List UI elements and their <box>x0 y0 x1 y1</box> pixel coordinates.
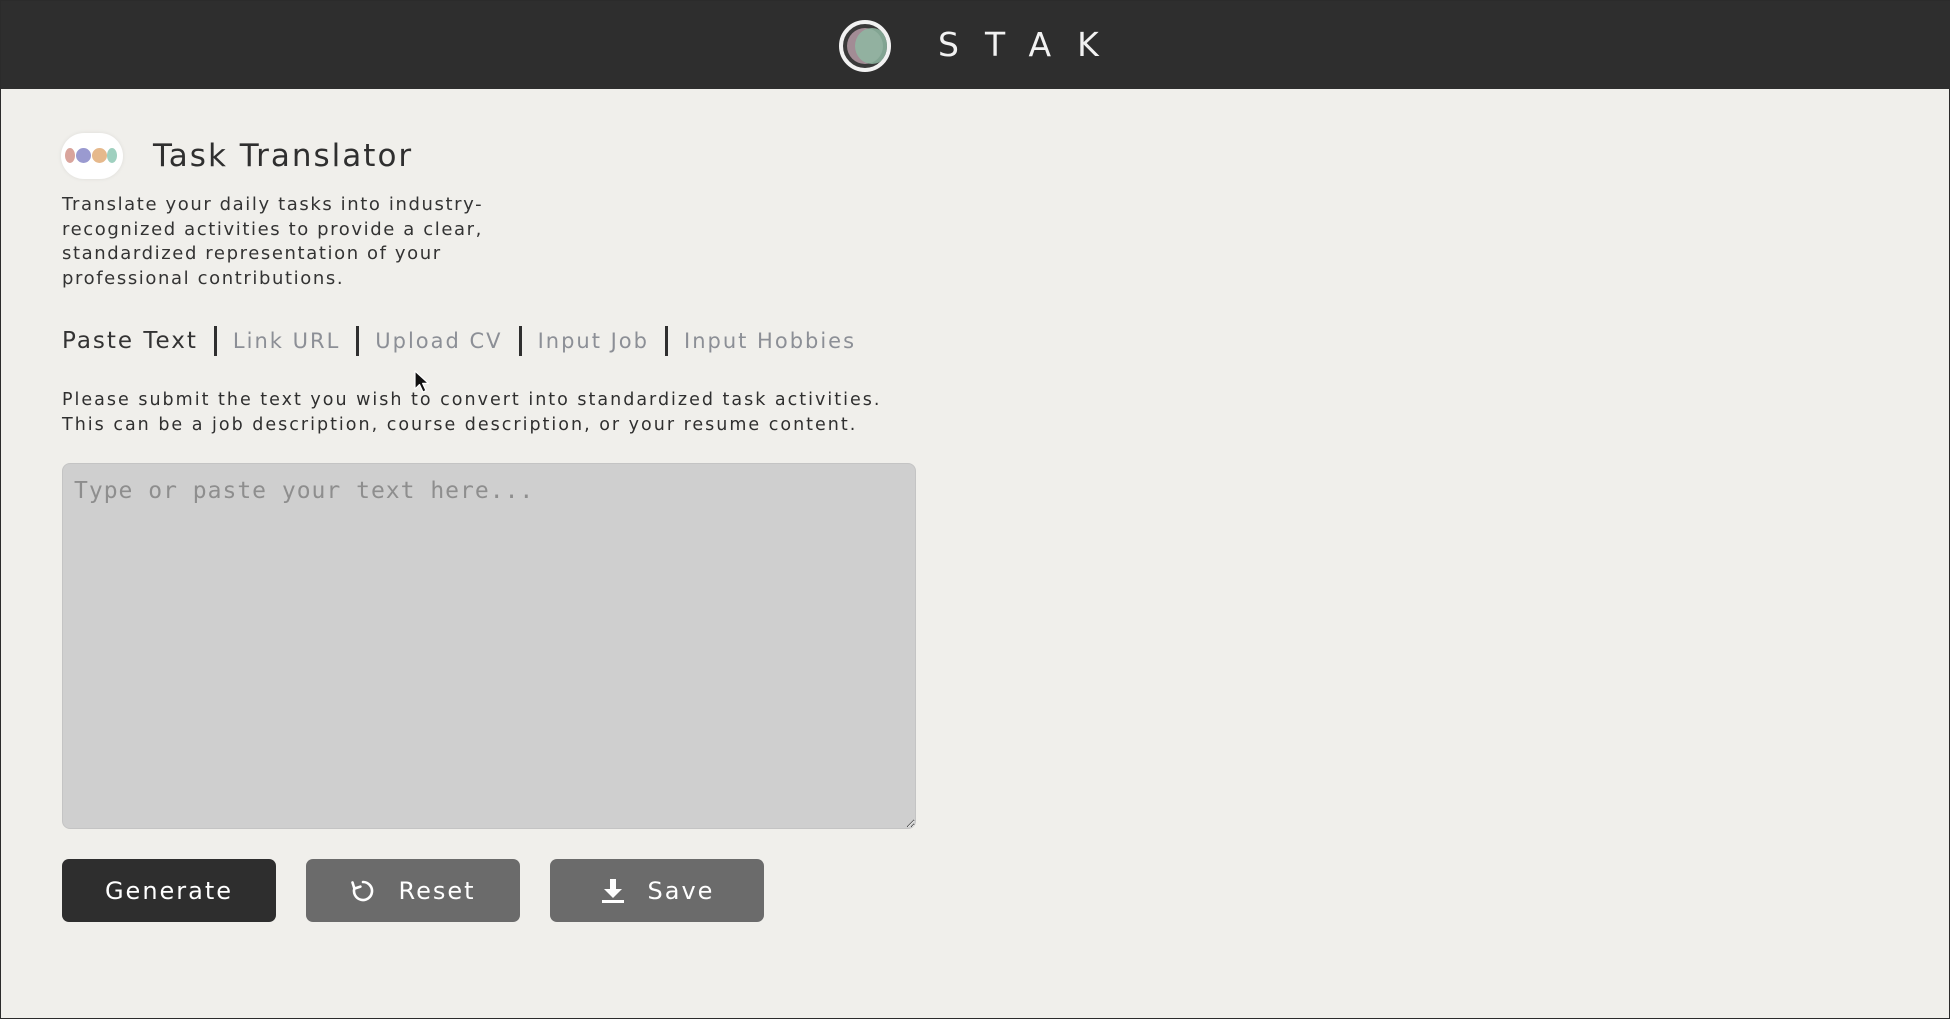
mouse-pointer-icon <box>414 370 430 393</box>
tab-input-hobbies[interactable]: Input Hobbies <box>684 321 856 361</box>
tab-link-url[interactable]: Link URL <box>233 321 340 361</box>
download-icon <box>601 878 624 903</box>
page-title: Task Translator <box>153 138 414 174</box>
instructions-line-1: Please submit the text you wish to conve… <box>62 390 882 410</box>
refresh-icon <box>351 880 374 901</box>
save-button-label: Save <box>647 876 715 905</box>
tab-upload-cv[interactable]: Upload CV <box>375 321 502 361</box>
tab-divider <box>356 326 360 356</box>
tab-paste-text[interactable]: Paste Text <box>62 321 198 361</box>
task-translator-icon <box>61 133 123 179</box>
stak-logo-icon[interactable] <box>839 20 891 72</box>
save-button[interactable]: Save <box>550 859 764 922</box>
tab-divider <box>213 326 217 356</box>
page-description: Translate your daily tasks into industry… <box>62 194 484 289</box>
tab-divider <box>665 326 668 356</box>
reset-button[interactable]: Reset <box>306 859 520 922</box>
text-input[interactable] <box>62 463 916 829</box>
instructions-line-2: This can be a job description, course de… <box>62 415 858 435</box>
generate-button[interactable]: Generate <box>62 859 276 922</box>
brand-name[interactable]: STAK <box>938 25 1125 65</box>
app-window: STAK Task Translator Translate your dail… <box>0 0 1950 1019</box>
instructions-text: Please submit the text you wish to conve… <box>62 388 881 438</box>
tab-divider <box>518 326 522 356</box>
input-mode-tabs: Paste Text Link URL Upload CV Input Job … <box>62 321 856 361</box>
reset-button-label: Reset <box>398 876 476 905</box>
top-bar: STAK <box>1 1 1950 89</box>
tab-input-job[interactable]: Input Job <box>538 321 649 361</box>
generate-button-label: Generate <box>104 876 234 905</box>
